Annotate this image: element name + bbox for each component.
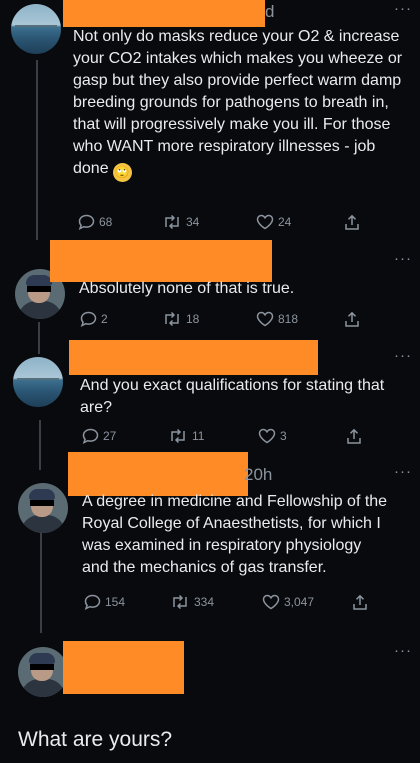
tweet-text-body: Not only do masks reduce your O2 & incre… (73, 28, 403, 177)
retweet-button[interactable]: 11 (168, 428, 204, 444)
retweet-button[interactable]: 34 (162, 214, 199, 230)
reply-icon (80, 311, 97, 327)
tweet-text: Not only do masks reduce your O2 & incre… (73, 26, 413, 182)
like-icon (256, 311, 274, 327)
reply-icon (84, 594, 101, 610)
tweet-text-line: A degree in medicine and Fellowship of t… (82, 493, 388, 510)
retweet-count: 11 (192, 429, 205, 443)
avatar[interactable] (11, 4, 61, 54)
eye-roll-emoji: 🙄 (112, 163, 132, 182)
tweet-text-line: Royal College of Anaesthetists, for whic… (82, 515, 381, 532)
tweet-text-line: and the mechanics of gas transfer. (82, 559, 327, 576)
like-icon (262, 594, 280, 610)
redacted-username (69, 340, 318, 375)
tweet-text: A degree in medicine and Fellowship of t… (82, 491, 420, 579)
reply-button[interactable]: 154 (84, 594, 125, 610)
reply-button[interactable]: 68 (78, 214, 112, 230)
redacted-username (68, 452, 248, 496)
retweet-icon (165, 214, 179, 230)
avatar[interactable] (13, 357, 63, 407)
like-count: 24 (278, 215, 292, 229)
share-icon (347, 428, 361, 444)
like-icon (256, 214, 274, 230)
reply-count: 154 (105, 595, 126, 609)
share-button[interactable] (344, 214, 360, 231)
tweet-text: And you exact qualifications for stating… (80, 377, 385, 416)
like-count: 3 (280, 429, 287, 443)
like-button[interactable]: 3,047 (262, 594, 314, 610)
retweet-button[interactable]: 18 (162, 311, 199, 327)
thread-line (36, 60, 38, 240)
share-button[interactable] (352, 594, 368, 611)
thread-line (39, 420, 41, 470)
redacted-username (63, 0, 265, 27)
avatar[interactable] (18, 647, 68, 697)
tweet-actions: 2 18 818 (80, 311, 380, 331)
like-icon (258, 428, 276, 444)
reply-icon (82, 428, 99, 444)
retweet-icon (171, 428, 185, 444)
more-options-icon[interactable]: ··· (394, 250, 412, 267)
reply-button[interactable]: 2 (80, 311, 108, 327)
more-options-icon[interactable]: ··· (394, 0, 412, 17)
reply-count: 2 (101, 312, 108, 326)
tweet-actions: 154 334 3,047 (84, 594, 384, 614)
redacted-username (63, 641, 184, 694)
reply-count: 68 (99, 215, 113, 229)
retweet-button[interactable]: 334 (170, 594, 214, 610)
share-button[interactable] (346, 428, 362, 445)
retweet-icon (165, 311, 179, 327)
redacted-username (50, 240, 272, 282)
like-button[interactable]: 24 (256, 214, 291, 230)
tweet-timestamp: 20h (244, 465, 273, 484)
reply-icon (78, 214, 95, 230)
share-icon (345, 214, 359, 230)
thread-line (38, 322, 40, 354)
tweet-timestamp: d (265, 2, 275, 21)
tweet-actions: 27 11 3 (82, 428, 382, 448)
more-options-icon[interactable]: ··· (394, 347, 412, 364)
retweet-count: 334 (194, 595, 215, 609)
retweet-icon (173, 594, 187, 610)
more-options-icon[interactable]: ··· (394, 463, 412, 480)
more-options-icon[interactable]: ··· (394, 642, 412, 659)
share-button[interactable] (344, 311, 360, 328)
like-button[interactable]: 3 (258, 428, 287, 444)
retweet-count: 18 (186, 312, 200, 326)
share-icon (353, 594, 367, 610)
tweet-text-line: was examined in respiratory physiology (82, 537, 362, 554)
like-count: 3,047 (284, 595, 315, 609)
retweet-count: 34 (186, 215, 200, 229)
final-reply-text: What are yours? (18, 728, 173, 751)
reply-count: 27 (103, 429, 117, 443)
like-button[interactable]: 818 (256, 311, 298, 327)
like-count: 818 (278, 312, 299, 326)
tweet-actions: 68 34 24 (78, 214, 378, 234)
avatar[interactable] (18, 483, 68, 533)
thread-line (40, 533, 42, 633)
tweet-text: Absolutely none of that is true. (79, 280, 295, 297)
reply-button[interactable]: 27 (82, 428, 116, 444)
share-icon (345, 311, 359, 327)
